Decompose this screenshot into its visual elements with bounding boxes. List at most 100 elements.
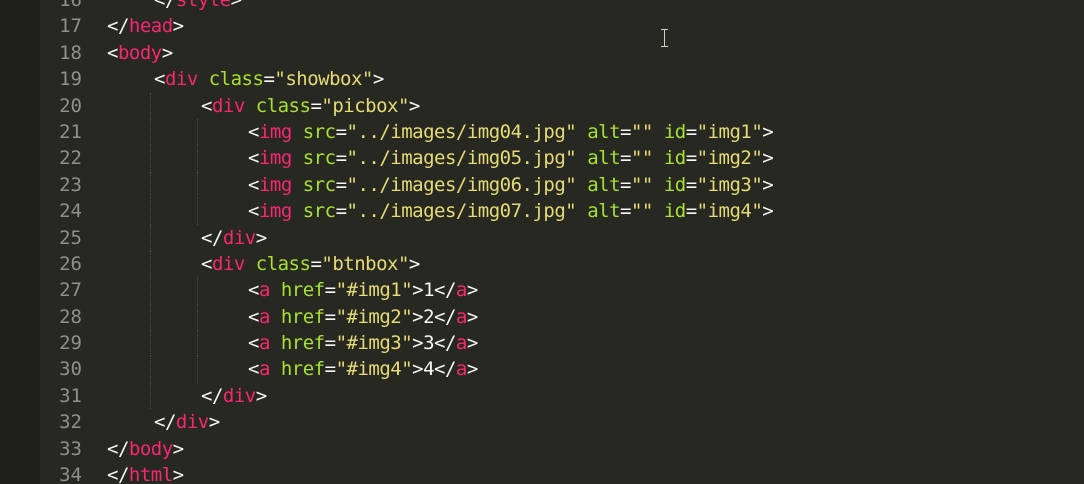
code-line[interactable]: 27 <a href="#img1">1</a> <box>40 277 1084 304</box>
sidebar-strip <box>0 0 40 484</box>
code-line[interactable]: 19 <div class="showbox"> <box>40 66 1084 92</box>
code-token: div <box>211 252 245 275</box>
code-text[interactable]: </style> <box>154 0 242 13</box>
code-token: class <box>255 252 311 275</box>
code-token: </ <box>201 226 223 249</box>
line-number: 31 <box>59 384 82 407</box>
code-text[interactable]: <div class="showbox"> <box>154 66 384 92</box>
code-line[interactable]: 26 <div class="btnbox"> <box>40 250 1084 278</box>
code-token: id <box>663 147 686 170</box>
code-token: head <box>128 15 173 38</box>
indent-guide <box>197 145 198 172</box>
line-number: 29 <box>59 332 82 355</box>
code-token: < <box>248 332 259 355</box>
line-number: 16 <box>59 0 82 11</box>
code-text[interactable]: <div class="picbox"> <box>201 93 420 119</box>
code-line[interactable]: 29 <a href="#img3">3</a> <box>40 330 1084 357</box>
code-text[interactable]: <a href="#img3">3</a> <box>248 330 478 356</box>
code-token: "img2" <box>696 147 763 170</box>
code-line[interactable]: 21 <img src="../images/img04.jpg" alt="" … <box>40 118 1084 146</box>
code-text[interactable]: <a href="#img1">1</a> <box>248 277 478 303</box>
code-text[interactable]: <img src="../images/img06.jpg" alt="" id… <box>248 172 774 198</box>
code-token: > <box>255 384 267 407</box>
code-token: >1</ <box>412 279 456 302</box>
code-text[interactable]: <a href="#img4">4</a> <box>248 356 478 382</box>
code-token: "img3" <box>696 173 763 196</box>
code-line[interactable]: 18 <body> <box>40 40 1084 66</box>
code-token: > <box>408 94 420 117</box>
line-number: 20 <box>59 94 82 117</box>
code-token: = <box>335 120 347 143</box>
code-token: > <box>466 305 478 328</box>
code-line[interactable]: 33 </body> <box>40 436 1084 462</box>
indent-guide <box>150 250 151 278</box>
code-line[interactable]: 16 </style> <box>40 0 1084 13</box>
code-line[interactable]: 34 </html> <box>40 462 1084 484</box>
code-text[interactable]: </div> <box>201 383 267 409</box>
code-line[interactable]: 24 <img src="../images/img07.jpg" alt="" … <box>40 198 1084 225</box>
indent-guide <box>150 171 151 199</box>
code-token: = <box>324 279 336 302</box>
code-token: < <box>201 94 212 117</box>
code-token: src <box>302 173 336 196</box>
code-line[interactable]: 30 <a href="#img4">4</a> <box>40 356 1084 383</box>
code-token: body <box>117 41 162 64</box>
code-token: "" <box>630 120 653 143</box>
code-text[interactable]: <body> <box>107 40 173 66</box>
code-line[interactable]: 28 <a href="#img2">2</a> <box>40 303 1084 331</box>
code-token: a <box>455 305 467 328</box>
indent-guide <box>150 198 151 225</box>
code-token: </ <box>201 384 223 407</box>
code-text[interactable]: <img src="../images/img04.jpg" alt="" id… <box>248 119 774 145</box>
code-line[interactable]: 31 </div> <box>40 382 1084 410</box>
code-token: > <box>161 41 173 64</box>
code-text[interactable]: </div> <box>154 409 220 435</box>
code-line[interactable]: 23 <img src="../images/img06.jpg" alt="" … <box>40 171 1084 199</box>
code-text[interactable]: </body> <box>107 436 184 462</box>
code-token: > <box>230 0 242 11</box>
line-number: 21 <box>59 120 82 143</box>
line-number: 30 <box>59 358 82 381</box>
code-token: < <box>248 173 259 196</box>
code-token: = <box>324 332 336 355</box>
line-number: 26 <box>59 252 82 275</box>
code-text[interactable]: <img src="../images/img07.jpg" alt="" id… <box>248 198 774 224</box>
code-text[interactable]: <img src="../images/img05.jpg" alt="" id… <box>248 145 774 171</box>
code-token: div <box>164 68 198 91</box>
code-lines[interactable]: 16 </style> 17 </head> 18 <body> 19 <div class=… <box>40 0 1084 484</box>
code-token: "" <box>630 173 653 196</box>
code-token: "../images/img04.jpg" <box>346 120 577 143</box>
indent-guide <box>150 382 151 410</box>
code-token: = <box>685 173 697 196</box>
code-line[interactable]: 32 </div> <box>40 409 1084 435</box>
code-token: img <box>258 173 292 196</box>
code-text[interactable]: </html> <box>107 462 184 484</box>
code-line[interactable]: 17 </head> <box>40 13 1084 39</box>
code-token: = <box>335 147 347 170</box>
code-text[interactable]: </div> <box>201 225 267 251</box>
code-line[interactable]: 20 <div class="picbox"> <box>40 92 1084 119</box>
code-text[interactable]: </head> <box>107 13 184 39</box>
code-editor[interactable]: 16 </style> 17 </head> 18 <body> 19 <div class=… <box>0 0 1084 484</box>
line-number: 33 <box>59 437 82 460</box>
code-token: class <box>255 94 311 117</box>
line-number: 28 <box>59 305 82 328</box>
code-token: "showbox" <box>274 68 373 91</box>
code-line[interactable]: 25 </div> <box>40 224 1084 251</box>
line-number: 22 <box>59 147 82 170</box>
code-token: > <box>466 332 478 355</box>
code-token: alt <box>587 200 621 223</box>
code-text[interactable]: <a href="#img2">2</a> <box>248 304 478 330</box>
code-text[interactable]: <div class="btnbox"> <box>201 251 420 277</box>
code-token: </ <box>107 464 129 484</box>
code-line[interactable]: 22 <img src="../images/img05.jpg" alt="" … <box>40 145 1084 172</box>
